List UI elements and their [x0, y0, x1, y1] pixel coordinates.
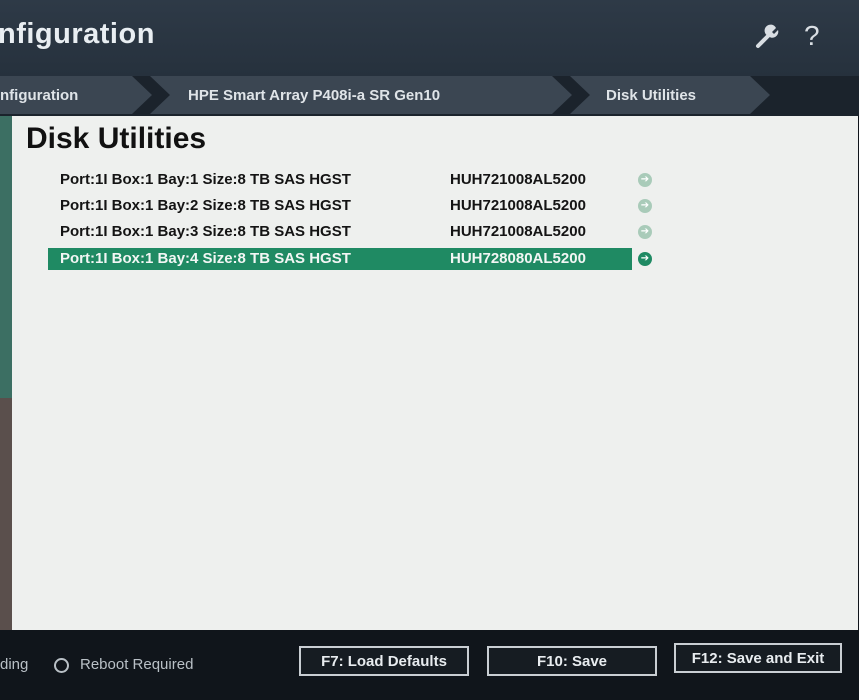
disk-description: Port:1I Box:1 Bay:4 Size:8 TB SAS HGST — [60, 250, 351, 267]
wrench-icon[interactable] — [754, 22, 782, 50]
disk-model: HUH721008AL5200 — [450, 171, 586, 188]
disk-model: HUH728080AL5200 — [450, 250, 586, 267]
disk-description: Port:1I Box:1 Bay:2 Size:8 TB SAS HGST — [60, 197, 351, 214]
left-panel-edge-lower — [0, 398, 12, 630]
breadcrumb-item-configuration[interactable]: nfiguration — [0, 76, 152, 114]
reboot-required-label: Reboot Required — [80, 656, 194, 673]
save-button[interactable]: F10: Save — [487, 646, 657, 676]
disk-description: Port:1I Box:1 Bay:1 Size:8 TB SAS HGST — [60, 171, 351, 188]
header-bar: nfiguration ? — [0, 0, 859, 76]
breadcrumb-label: Disk Utilities — [606, 86, 697, 104]
disk-row[interactable]: Port:1I Box:1 Bay:2 Size:8 TB SAS HGST H… — [48, 195, 632, 217]
breadcrumb-item-disk-utilities[interactable]: Disk Utilities — [570, 76, 770, 114]
page-header-title: nfiguration — [0, 18, 155, 50]
disk-description: Port:1I Box:1 Bay:3 Size:8 TB SAS HGST — [60, 223, 351, 240]
disk-row[interactable]: Port:1I Box:1 Bay:1 Size:8 TB SAS HGST H… — [48, 169, 632, 191]
breadcrumb-label: nfiguration — [0, 86, 79, 104]
arrow-right-icon[interactable]: ➔ — [638, 225, 652, 239]
disk-row-selected[interactable]: Port:1I Box:1 Bay:4 Size:8 TB SAS HGST H… — [48, 248, 632, 270]
wrench-icon-graphic — [756, 24, 779, 48]
breadcrumb-label: HPE Smart Array P408i-a SR Gen10 — [188, 86, 441, 104]
pending-changes-label: ding — [0, 656, 29, 673]
help-icon[interactable]: ? — [804, 22, 820, 50]
left-panel-edge — [0, 116, 12, 398]
disk-model: HUH721008AL5200 — [450, 197, 586, 214]
load-defaults-button[interactable]: F7: Load Defaults — [299, 646, 469, 676]
breadcrumb-item-controller[interactable]: HPE Smart Array P408i-a SR Gen10 — [150, 76, 572, 114]
disk-model: HUH721008AL5200 — [450, 223, 586, 240]
arrow-right-icon[interactable]: ➔ — [638, 252, 652, 266]
disk-row[interactable]: Port:1I Box:1 Bay:3 Size:8 TB SAS HGST H… — [48, 221, 632, 243]
arrow-right-icon[interactable]: ➔ — [638, 173, 652, 187]
reboot-indicator-icon — [54, 658, 69, 673]
arrow-right-icon[interactable]: ➔ — [638, 199, 652, 213]
page-title: Disk Utilities — [26, 122, 207, 155]
content-panel — [12, 116, 858, 630]
save-and-exit-button[interactable]: F12: Save and Exit — [674, 643, 842, 673]
